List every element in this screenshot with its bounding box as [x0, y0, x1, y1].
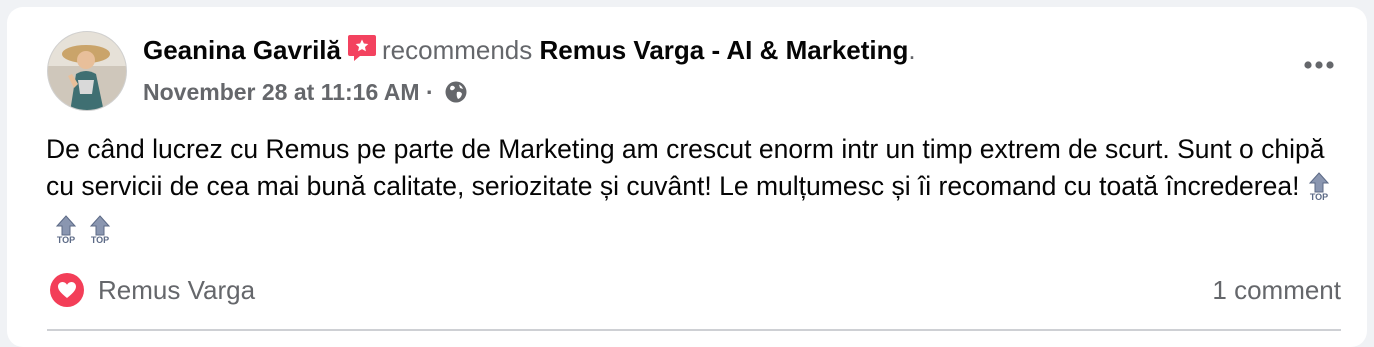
page-name-link[interactable]: Remus Varga - AI & Marketing [540, 35, 909, 65]
avatar-image [48, 32, 126, 110]
more-options-button[interactable] [1299, 51, 1339, 79]
recommend-icon [347, 33, 377, 71]
reactor-name[interactable]: Remus Varga [98, 275, 255, 306]
meta-separator: · [425, 79, 434, 105]
love-reaction-icon [50, 273, 84, 307]
post-meta: November 28 at 11:16 AM · [143, 77, 468, 111]
post-timestamp[interactable]: November 28 at 11:16 AM [143, 79, 420, 105]
comment-count-link[interactable]: 1 comment [1212, 273, 1341, 307]
top-arrow-icon: TOP [1305, 171, 1333, 211]
top-arrow-icon: TOP [86, 214, 114, 254]
top-label: TOP [1310, 192, 1328, 201]
recommends-text: recommends [381, 35, 533, 65]
author-name[interactable]: Geanina Gavrilă [143, 35, 341, 65]
author-avatar[interactable] [47, 31, 127, 111]
more-horizontal-icon [1304, 61, 1334, 69]
header-period: . [908, 35, 916, 65]
reactions-summary[interactable]: Remus Varga [50, 273, 255, 307]
top-label: TOP [57, 235, 75, 244]
post-body-text: De când lucrez cu Remus pe parte de Mark… [46, 134, 1325, 201]
footer-divider [47, 329, 1341, 331]
post-text: De când lucrez cu Remus pe parte de Mark… [46, 131, 1346, 254]
globe-icon[interactable] [444, 80, 468, 111]
top-arrow-icon: TOP [52, 214, 80, 254]
top-label: TOP [91, 235, 109, 244]
post-card: Geanina Gavrilă recommends Remus Varga - … [7, 7, 1367, 347]
post-header: Geanina Gavrilă recommends Remus Varga - … [143, 33, 916, 71]
